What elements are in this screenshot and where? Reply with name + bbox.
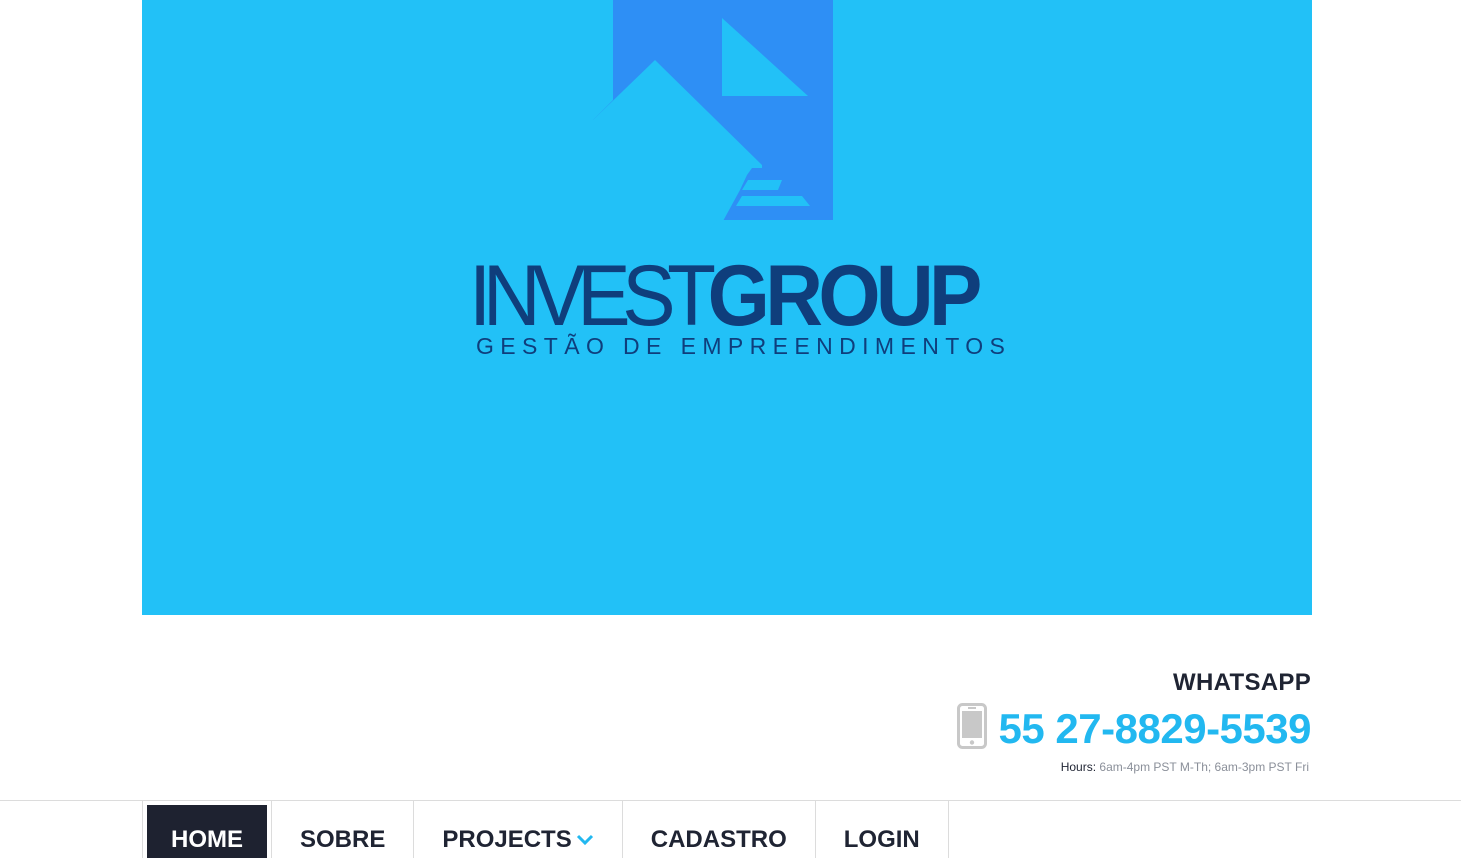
nav-item-home[interactable]: HOME [143, 801, 272, 858]
nav-label-home: HOME [171, 825, 243, 853]
business-hours: Hours: 6am-4pm PST M-Th; 6am-3pm PST Fri [957, 760, 1309, 774]
nav-label-cadastro: CADASTRO [650, 825, 787, 853]
whatsapp-phone-link[interactable]: 55 27-8829-5539 [999, 705, 1312, 753]
whatsapp-label: WHATSAPP [1173, 669, 1311, 696]
brand-tagline: GESTÃO DE EMPREENDIMENTOS [476, 333, 1012, 359]
chevron-down-icon[interactable] [576, 834, 594, 846]
mobile-phone-icon [956, 703, 987, 749]
main-nav: HOME SOBRE PROJECTS CADASTRO LOGIN [142, 801, 949, 858]
brand-word-invest: INVEST [469, 248, 716, 344]
contact-block: WHATSAPP 55 27-8829-5539 Hours: 6am-4pm … [956, 666, 1312, 774]
nav-label-projects: PROJECTS [442, 825, 572, 853]
hero-banner: INVESTGROUP GESTÃO DE EMPREENDIMENTOS [142, 0, 1312, 615]
investgroup-logo-mark-icon [593, 0, 833, 232]
hours-value: 6am-4pm PST M-Th; 6am-3pm PST Fri [1096, 760, 1309, 774]
nav-item-sobre[interactable]: SOBRE [272, 801, 415, 858]
nav-item-cadastro[interactable]: CADASTRO [623, 801, 816, 858]
brand-word-group: GROUP [707, 248, 983, 344]
brand-wordmark: INVESTGROUP [469, 248, 983, 344]
nav-item-projects[interactable]: PROJECTS [414, 801, 623, 858]
nav-item-login[interactable]: LOGIN [816, 801, 949, 858]
hours-key: Hours: [1060, 760, 1097, 774]
nav-label-sobre: SOBRE [300, 825, 386, 853]
nav-label-login: LOGIN [843, 825, 920, 853]
phone-row: 55 27-8829-5539 [956, 700, 1312, 758]
